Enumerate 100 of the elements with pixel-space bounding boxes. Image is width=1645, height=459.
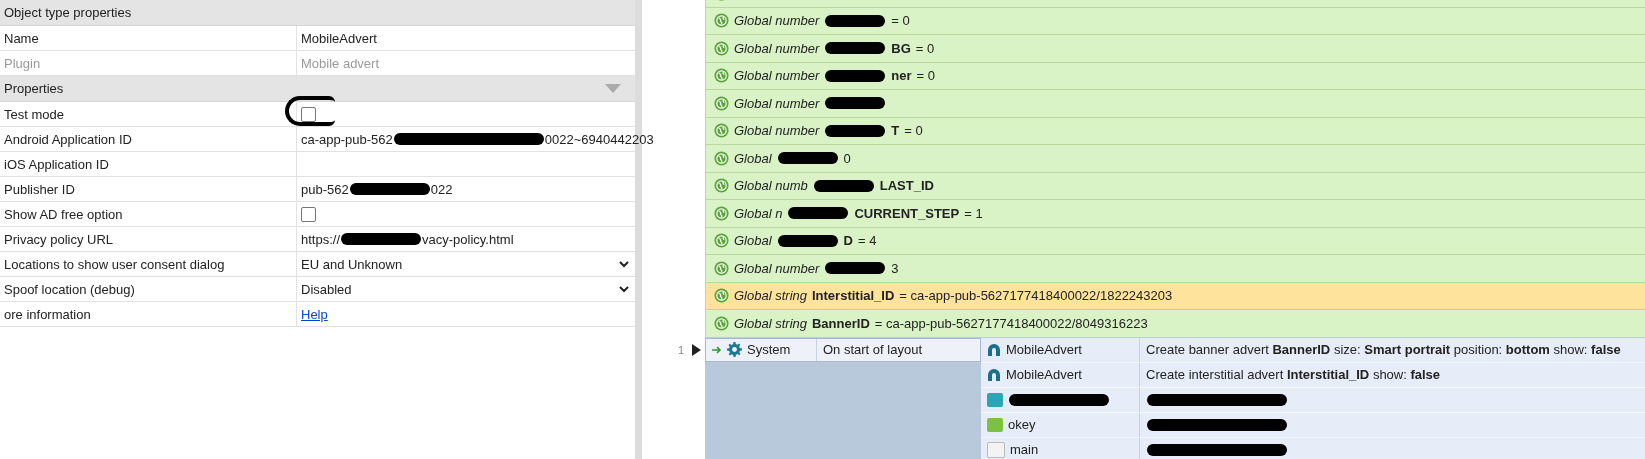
property-label: iOS Application ID xyxy=(0,152,297,176)
globe-icon xyxy=(714,123,729,139)
section-header[interactable]: Properties xyxy=(0,76,635,102)
global-variable-row[interactable]: Global 0 xyxy=(706,145,1645,173)
condition-object: System xyxy=(747,342,791,357)
sprite-icon xyxy=(987,392,1003,407)
section-header[interactable]: Object type properties xyxy=(0,0,635,26)
variable-value: = 4 xyxy=(857,233,877,249)
arch-icon xyxy=(987,342,1001,357)
variable-value: = 0 xyxy=(915,40,935,56)
variable-type: Global xyxy=(734,150,772,166)
variable-value: = 0 xyxy=(916,68,935,84)
global-variable-row[interactable]: Global number xyxy=(706,90,1645,118)
property-label: Privacy policy URL xyxy=(0,227,297,251)
variable-value: = 0 xyxy=(891,13,910,29)
global-variable-row[interactable]: Global D = 4 xyxy=(706,227,1645,255)
globe-icon xyxy=(714,40,729,56)
variable-type: Global numb xyxy=(734,178,808,194)
property-label: Test mode xyxy=(0,102,297,126)
action-object: MobileAdvert xyxy=(1006,342,1082,357)
global-variable-row[interactable]: Global numb LAST_ID xyxy=(706,172,1645,200)
action-object: MobileAdvert xyxy=(1006,367,1082,382)
variable-name: LAST_ID xyxy=(879,178,934,194)
play-icon xyxy=(692,343,701,356)
dropdown[interactable]: Disabled xyxy=(301,281,629,297)
variable-name: Interstitial_ID xyxy=(812,288,895,304)
action-text: Create banner advert BannerID size: Smart portrait position: bottom show: false xyxy=(1146,342,1621,357)
condition-text: On start of layout xyxy=(822,341,923,359)
global-variable-row[interactable]: Global number 3 xyxy=(706,255,1645,283)
chevron-down-icon xyxy=(619,285,629,293)
global-variable-row[interactable]: Global number = 0 xyxy=(706,7,1645,35)
arch-icon xyxy=(987,367,1001,382)
variable-name: CURRENT_STEP xyxy=(854,205,960,221)
variable-name: D xyxy=(843,233,853,249)
arrow-right-icon xyxy=(712,345,722,354)
blank-tile-icon xyxy=(987,441,1005,458)
variable-type: Global number xyxy=(734,13,820,29)
variable-name: BannerID xyxy=(812,315,870,331)
variable-type: Global number xyxy=(734,123,820,139)
variable-type: Global string xyxy=(734,288,807,304)
property-label: ore information xyxy=(0,302,297,326)
property-label: Plugin xyxy=(0,51,297,75)
event-number: 1 xyxy=(677,343,684,356)
property-value[interactable]: ca-app-pub-562 xyxy=(301,131,393,147)
variable-type: Global xyxy=(734,233,772,249)
action-object: okey xyxy=(1008,417,1036,432)
variable-value: = 0 xyxy=(904,123,923,139)
global-variable-row[interactable]: Global number BG = 0 xyxy=(706,35,1645,63)
chevron-down-icon xyxy=(619,260,629,268)
globe-icon xyxy=(714,178,729,194)
property-label: Spoof location (debug) xyxy=(0,277,297,301)
variable-type: Global number xyxy=(734,68,820,84)
variable-name: T xyxy=(891,123,900,139)
action-text: Create interstitial advert Interstitial_ID show: false xyxy=(1146,367,1441,382)
global-variable-row[interactable]: Global n CURRENT_STEP = 1 xyxy=(706,200,1645,228)
variable-value: = ca-app-pub-5627177418400022/8049316223 xyxy=(874,315,1148,331)
globe-icon xyxy=(714,233,729,249)
globe-icon xyxy=(714,150,729,166)
checkbox[interactable] xyxy=(301,206,316,222)
property-value[interactable]: https:// xyxy=(301,231,341,247)
checkbox[interactable] xyxy=(301,106,316,122)
variable-type: Global number xyxy=(734,95,820,111)
property-value[interactable]: 0022~6940442203 xyxy=(544,131,654,147)
globe-icon xyxy=(714,260,729,276)
property-label: Locations to show user consent dialog xyxy=(0,252,297,276)
globe-icon xyxy=(714,205,729,221)
variable-type: Global string xyxy=(734,315,807,331)
variable-value: = 1 xyxy=(964,205,983,221)
property-label: Name xyxy=(0,26,297,50)
property-label: Android Application ID xyxy=(0,127,297,151)
dropdown[interactable]: EU and Unknown xyxy=(301,256,629,272)
collapse-triangle-icon xyxy=(605,84,621,93)
variable-type: Global n xyxy=(734,205,783,221)
global-variable-row[interactable]: Global number ner = 0 xyxy=(706,62,1645,90)
help-link[interactable]: Help xyxy=(301,306,328,322)
variable-name: BG xyxy=(891,40,911,56)
variable-value: 3 xyxy=(891,260,899,276)
variable-type: Global number xyxy=(734,260,820,276)
property-label: Publisher ID xyxy=(0,177,297,201)
globe-icon xyxy=(714,13,729,29)
global-variable-row[interactable]: Global string BannerID = ca-app-pub-5627177418400022/8049316223 xyxy=(706,310,1645,338)
condition[interactable]: System On start of layout xyxy=(705,337,981,362)
global-variable-row[interactable]: Global string Interstitial_ID = ca-app-pub-5627177418400022/1822243203 xyxy=(706,282,1645,310)
variable-value: 0 xyxy=(843,150,851,166)
globe-icon xyxy=(714,68,729,84)
property-value[interactable]: MobileAdvert xyxy=(301,30,377,46)
global-variable-row[interactable]: Global number T = 0 xyxy=(706,117,1645,145)
variable-type: Global number xyxy=(734,40,820,56)
property-value[interactable]: 022 xyxy=(430,181,453,197)
globe-icon xyxy=(714,315,729,331)
gear-icon xyxy=(727,342,742,357)
event-block[interactable]: System On start of layout MobileAdvert Create banner advert BannerID size: Smart portrait position: bottom show: false MobileAdvert Create interstitial advert Interstitial_ID show: false okey main xyxy=(705,337,1645,459)
property-value[interactable]: vacy-policy.html xyxy=(422,231,514,247)
globe-icon xyxy=(714,95,729,111)
tile-icon xyxy=(987,417,1003,432)
property-label: Show AD free option xyxy=(0,202,297,226)
variable-value: = ca-app-pub-5627177418400022/1822243203 xyxy=(899,288,1173,304)
variable-name: ner xyxy=(891,68,912,84)
property-value[interactable]: pub-562 xyxy=(301,181,349,197)
globe-icon xyxy=(714,288,729,304)
